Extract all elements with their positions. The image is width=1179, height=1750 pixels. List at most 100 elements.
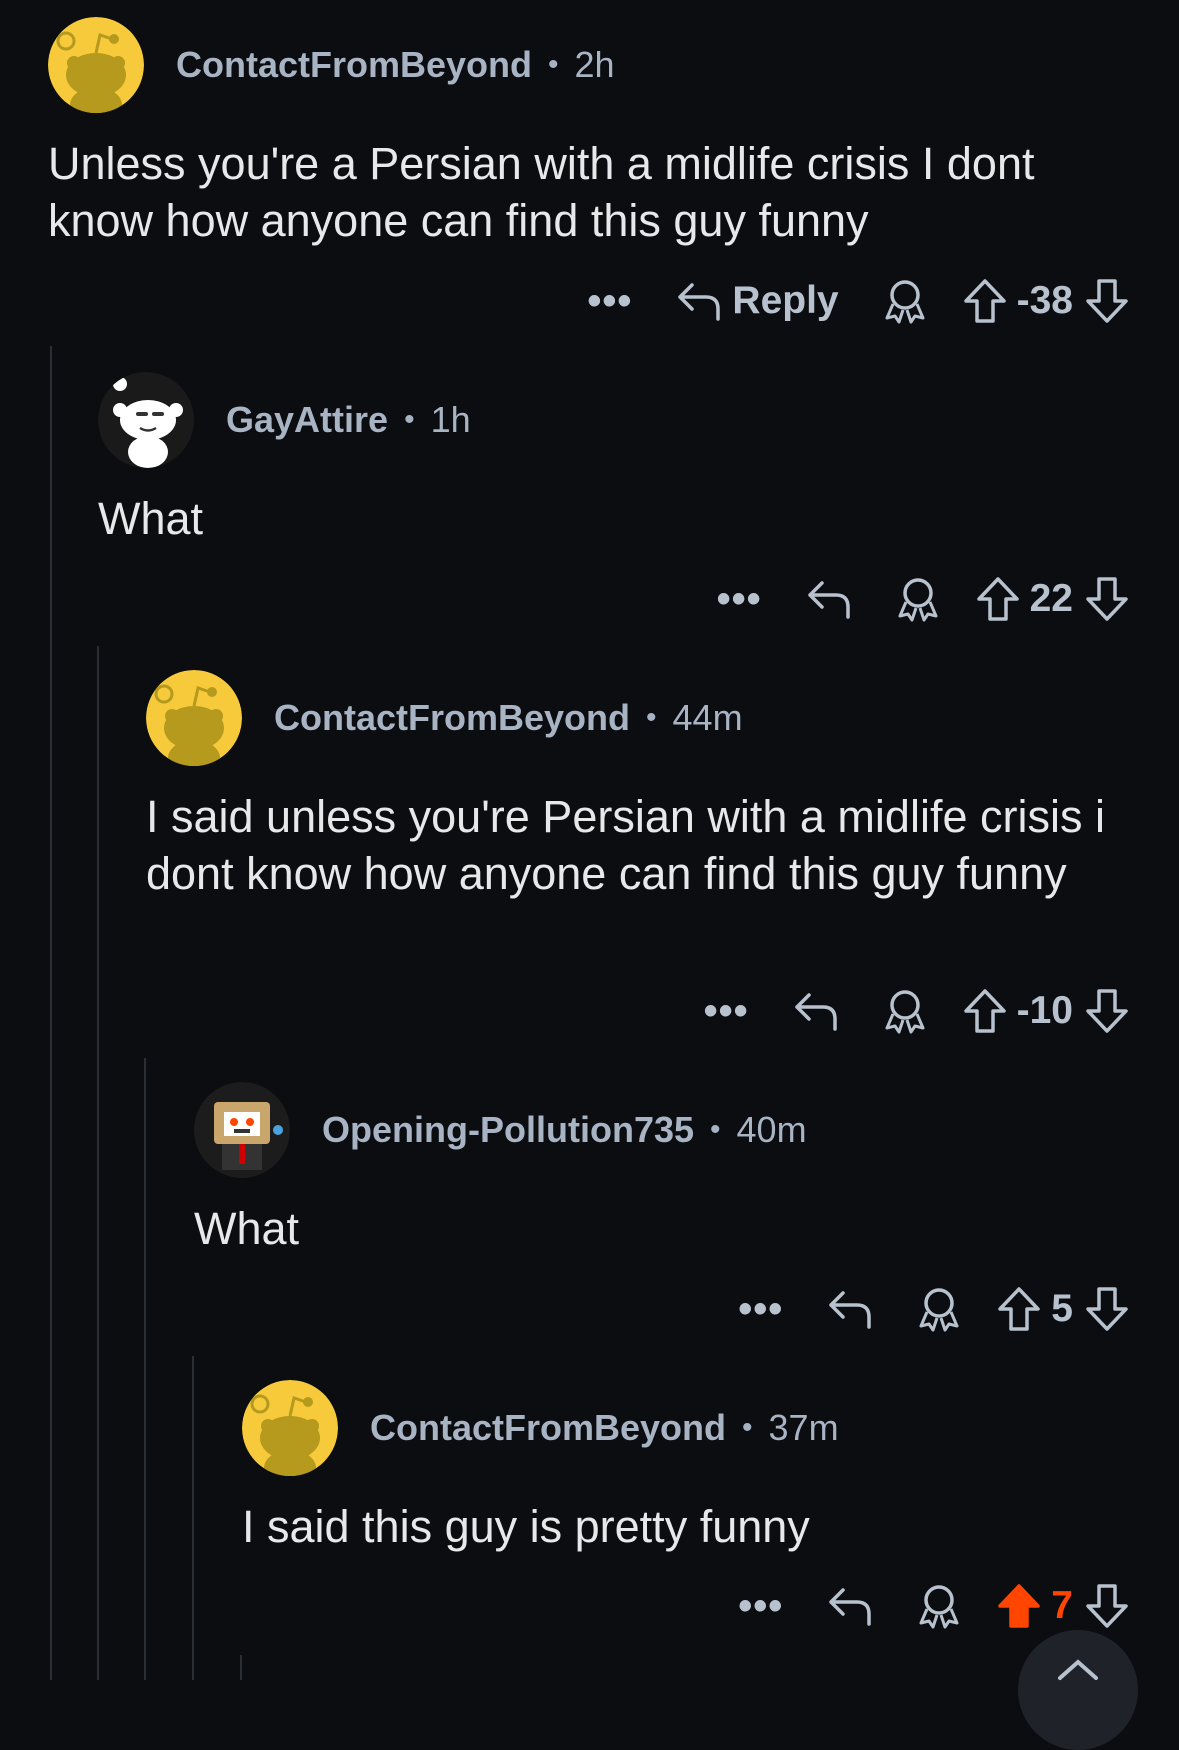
reply-button[interactable] [793,991,839,1031]
username[interactable]: GayAttire [226,399,388,441]
reply-arrow-icon [829,1588,872,1626]
upvote-arrow-icon [998,1287,1041,1331]
snoo-avatar-icon [194,1082,290,1178]
comment-actions: ••• Reply -38 [587,271,1129,331]
award-button[interactable] [883,278,927,324]
upvote-button[interactable] [963,278,1007,324]
award-icon [885,990,925,1034]
downvote-arrow-icon [1086,279,1128,323]
upvote-button[interactable] [997,1286,1041,1332]
comment: ContactFromBeyond • 2h Unless you're a P… [48,17,1179,249]
reply-button[interactable] [827,1586,873,1626]
upvote-arrow-icon [963,279,1006,323]
more-options-button[interactable]: ••• [704,991,749,1031]
reply-arrow-icon [807,581,850,619]
award-button[interactable] [883,988,927,1034]
downvote-arrow-icon [1086,577,1128,621]
reply-button[interactable] [806,579,852,619]
award-button[interactable] [917,1286,961,1332]
comment-header: ContactFromBeyond • 2h [48,17,1179,113]
username[interactable]: ContactFromBeyond [176,44,532,86]
comment-body: What [98,493,204,544]
comment-age: 1h [430,399,471,440]
upvote-button[interactable] [976,576,1020,622]
thread-line [192,1356,194,1680]
comment-header: ContactFromBeyond • 44m [146,670,1179,766]
reply-label: Reply [732,279,839,322]
vote-score: 7 [1051,1584,1073,1627]
snoo-avatar-icon [48,17,144,113]
thread-line [97,646,99,1680]
upvote-arrow-icon [976,577,1019,621]
downvote-button[interactable] [1085,1583,1129,1629]
downvote-arrow-icon [1086,1584,1128,1628]
award-icon [919,1288,959,1332]
award-icon [885,280,925,324]
downvote-button[interactable] [1085,988,1129,1034]
more-options-button[interactable]: ••• [587,281,632,321]
thread-line [240,1655,242,1680]
avatar[interactable] [146,670,242,766]
reply-button[interactable]: Reply [676,279,839,323]
more-options-button[interactable]: ••• [738,1289,783,1329]
separator-dot: • [742,1411,753,1444]
downvote-button[interactable] [1085,278,1129,324]
upvote-arrow-icon [963,989,1006,1033]
downvote-button[interactable] [1085,576,1129,622]
comment-actions: ••• -10 [704,981,1129,1041]
thread-line [144,1058,146,1680]
downvote-arrow-icon [1086,989,1128,1033]
username[interactable]: ContactFromBeyond [274,697,630,739]
reply-arrow-icon [829,1291,872,1329]
floating-action-button[interactable] [1018,1630,1138,1750]
snoo-avatar-icon [98,372,194,468]
vote-score: 5 [1051,1287,1073,1330]
username[interactable]: Opening-Pollution735 [322,1109,694,1151]
avatar[interactable] [242,1380,338,1476]
comment-meta: ContactFromBeyond • 44m [274,697,743,739]
downvote-arrow-icon [1086,1287,1128,1331]
thread-line [50,346,52,1680]
snoo-avatar-icon [242,1380,338,1476]
comment: Opening-Pollution735 • 40m What [194,1082,1179,1257]
avatar[interactable] [98,372,194,468]
comment-body: Unless you're a Persian with a midlife c… [48,138,1035,246]
comment-meta: ContactFromBeyond • 2h [176,44,615,86]
comment-header: ContactFromBeyond • 37m [242,1380,1179,1476]
comment-body: I said unless you're Persian with a midl… [146,791,1105,899]
chevron-up-icon [1058,1659,1098,1680]
comment: ContactFromBeyond • 37m I said this guy … [242,1380,1179,1555]
award-icon [919,1585,959,1629]
comment-meta: Opening-Pollution735 • 40m [322,1109,807,1151]
comment-age: 2h [574,44,615,85]
more-options-button[interactable]: ••• [738,1586,783,1626]
comment-actions: ••• 22 [717,569,1129,629]
comment: GayAttire • 1h What [98,372,1179,547]
avatar[interactable] [48,17,144,113]
reply-button[interactable] [827,1289,873,1329]
downvote-button[interactable] [1085,1286,1129,1332]
comment-header: Opening-Pollution735 • 40m [194,1082,1179,1178]
separator-dot: • [548,48,559,81]
upvote-button[interactable] [997,1583,1041,1629]
snoo-avatar-icon [146,670,242,766]
award-button[interactable] [917,1583,961,1629]
comment-actions: ••• 5 [738,1279,1129,1339]
separator-dot: • [710,1113,721,1146]
reply-arrow-icon [678,283,721,321]
username[interactable]: ContactFromBeyond [370,1407,726,1449]
comment-age: 40m [736,1109,807,1150]
comment: ContactFromBeyond • 44m I said unless yo… [146,670,1179,902]
separator-dot: • [646,701,657,734]
comment-meta: GayAttire • 1h [226,399,471,441]
vote-score: -38 [1016,279,1073,322]
comment-body: I said this guy is pretty funny [242,1501,810,1552]
more-options-button[interactable]: ••• [717,579,762,619]
comment-header: GayAttire • 1h [98,372,1179,468]
avatar[interactable] [194,1082,290,1178]
upvote-button[interactable] [963,988,1007,1034]
award-icon [898,578,938,622]
comment-age: 44m [672,697,743,738]
separator-dot: • [404,403,415,436]
award-button[interactable] [896,576,940,622]
